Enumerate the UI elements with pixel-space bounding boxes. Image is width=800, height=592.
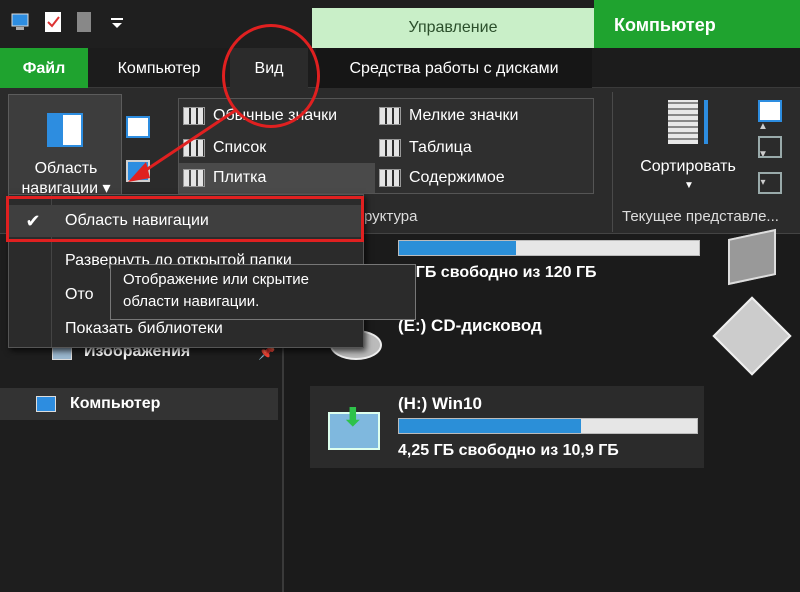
tooltip-line1: Отображение или скрытие xyxy=(123,271,309,288)
drive-usage-fill xyxy=(399,241,516,255)
preview-pane-icon[interactable] xyxy=(126,116,150,138)
tab-computer[interactable]: Компьютер xyxy=(88,48,230,88)
menu-item-navigation-pane[interactable]: ✔ Область навигации xyxy=(9,205,363,237)
quick-access-toolbar xyxy=(10,10,128,34)
drive-free-space: ,6 ГБ свободно из 120 ГБ xyxy=(398,264,597,281)
layout-table[interactable]: Таблица xyxy=(375,133,571,163)
drive-usage-bar xyxy=(398,240,700,256)
sort-arrow-icon xyxy=(704,100,708,144)
ribbon-separator xyxy=(612,92,613,232)
content-icon xyxy=(379,169,401,187)
tiles-icon xyxy=(183,169,205,187)
view-tools xyxy=(758,100,786,208)
drive-title: (H:) Win10 xyxy=(398,394,482,413)
layout-label: Обычные значки xyxy=(213,107,338,124)
layout-gallery: Обычные значки Мелкие значки Список Табл… xyxy=(178,98,768,194)
drive-usage-bar xyxy=(398,418,698,434)
layout-small-icons[interactable]: Мелкие значки xyxy=(375,101,571,131)
menu-item-label: Область навигации xyxy=(65,212,209,229)
ribbon-tabs: Файл Компьютер Вид Средства работы с дис… xyxy=(0,48,800,88)
checkmark-icon: ✔ xyxy=(25,211,41,231)
nav-pane-label-line1: Область xyxy=(34,160,98,177)
navigation-pane-label: Область навигации ▾ xyxy=(9,159,123,199)
window-title: Компьютер xyxy=(594,0,800,48)
small-icons-icon xyxy=(379,107,401,125)
hd-drive-icon[interactable] xyxy=(728,228,776,286)
drive-usage-fill xyxy=(399,419,581,433)
group-label-structure: руктура xyxy=(364,208,418,225)
manage-context-tab[interactable]: Управление xyxy=(312,8,594,48)
tab-view[interactable]: Вид xyxy=(230,48,308,88)
tooltip-line2: области навигации. xyxy=(123,293,260,310)
tab-file[interactable]: Файл xyxy=(0,48,88,88)
nav-item-computer[interactable]: Компьютер xyxy=(0,388,278,420)
new-folder-icon[interactable] xyxy=(74,10,96,34)
add-columns-icon[interactable] xyxy=(758,136,782,158)
dvd-drive-icon[interactable] xyxy=(712,296,792,376)
layout-label: Плитка xyxy=(213,169,267,186)
layout-tiles[interactable]: Плитка xyxy=(179,163,375,193)
list-icon xyxy=(183,139,205,157)
layout-label: Таблица xyxy=(409,139,472,156)
layout-label: Содержимое xyxy=(409,169,505,186)
drive-free-space: 4,25 ГБ свободно из 10,9 ГБ xyxy=(398,442,619,459)
menu-item-label: Показать библиотеки xyxy=(65,320,223,337)
computer-icon xyxy=(36,396,56,412)
layout-label: Мелкие значки xyxy=(409,107,519,124)
title-bar: Управление Компьютер xyxy=(0,0,800,48)
computer-icon[interactable] xyxy=(10,10,32,34)
group-by-icon[interactable] xyxy=(758,100,782,122)
navigation-pane-icon xyxy=(47,113,83,147)
sort-icon xyxy=(668,100,698,144)
drive-tile-win10[interactable]: ⬇ (H:) Win10 4,25 ГБ свободно из 10,9 ГБ xyxy=(310,386,704,468)
table-icon xyxy=(379,139,401,157)
details-pane-icon[interactable] xyxy=(126,160,150,182)
size-columns-icon[interactable] xyxy=(758,172,782,194)
sort-label: Сортировать xyxy=(640,158,736,175)
layout-list[interactable]: Список xyxy=(179,133,375,163)
tab-disk-tools[interactable]: Средства работы с дисками xyxy=(316,48,592,88)
nav-item-label: Компьютер xyxy=(70,395,161,412)
properties-icon[interactable] xyxy=(42,10,64,34)
layout-label: Список xyxy=(213,139,267,156)
normal-icons-icon xyxy=(183,107,205,125)
install-arrow-icon: ⬇ xyxy=(342,402,364,432)
sort-button[interactable]: Сортировать ▼ xyxy=(622,92,754,202)
tooltip: Отображение или скрытие области навигаци… xyxy=(110,264,416,320)
menu-item-label: Ото xyxy=(65,286,94,303)
customize-toolbar-icon[interactable] xyxy=(106,10,128,34)
chevron-down-icon: ▼ xyxy=(684,180,694,191)
group-label-current-view: Текущее представле... xyxy=(622,208,779,225)
layout-normal-icons[interactable]: Обычные значки xyxy=(179,101,375,131)
layout-content[interactable]: Содержимое xyxy=(375,163,571,193)
cd-drive-label[interactable]: (E:) CD-дисковод xyxy=(398,316,542,336)
